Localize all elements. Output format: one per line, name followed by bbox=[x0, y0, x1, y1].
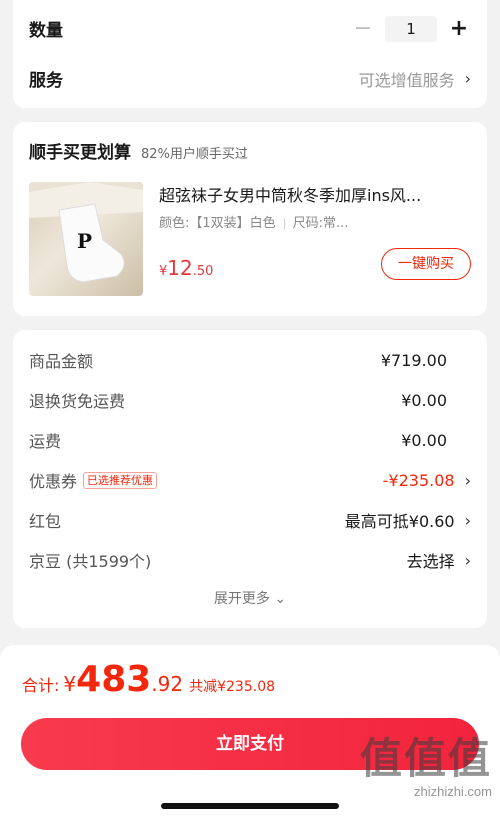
total-symbol: ¥ bbox=[63, 672, 77, 696]
goods-amount-label: 商品金额 bbox=[29, 352, 94, 371]
total-decimal: .92 bbox=[151, 672, 184, 696]
recommend-subtitle: 82%用户顺手买过 bbox=[141, 147, 248, 162]
product-image[interactable]: P bbox=[29, 182, 143, 296]
summary-row-jingdou[interactable]: 京豆 (共1599个) 去选择 › bbox=[29, 548, 471, 572]
chevron-right-icon: › bbox=[464, 470, 471, 490]
recommend-title: 顺手买更划算 bbox=[29, 143, 131, 163]
total-amount: 合计: ¥ 483 .92 共减¥235.08 bbox=[22, 659, 275, 700]
svg-text:P: P bbox=[77, 229, 92, 253]
service-row[interactable]: 服务 可选增值服务 › bbox=[29, 66, 471, 91]
order-summary-card: 商品金额 ¥719.00 退换货免运费 ¥0.00 运费 ¥0.00 优惠券 已… bbox=[13, 330, 487, 628]
price-integer: 12 bbox=[167, 256, 193, 280]
product-spec-color: 颜色:【1双装】白色 bbox=[159, 216, 276, 231]
watermark-text: zhizhizhi.com bbox=[413, 784, 492, 799]
service-value: 可选增值服务 bbox=[358, 70, 455, 90]
product-spec-size: 尺码:常... bbox=[292, 216, 349, 231]
chevron-right-icon: › bbox=[464, 510, 471, 530]
expand-more-button[interactable]: 展开更多 ⌄ bbox=[13, 588, 487, 608]
summary-row-coupon[interactable]: 优惠券 已选推荐优惠 -¥235.08 › bbox=[29, 468, 471, 492]
jingdou-label: 京豆 (共1599个) bbox=[29, 552, 152, 571]
coupon-label: 优惠券 bbox=[29, 472, 78, 491]
return-shipping-label: 退换货免运费 bbox=[29, 392, 126, 411]
price-decimal: .50 bbox=[192, 264, 214, 279]
summary-row-goods: 商品金额 ¥719.00 bbox=[29, 348, 471, 372]
product-price: ¥12.50 bbox=[159, 256, 213, 280]
minus-button[interactable]: − bbox=[351, 17, 375, 41]
redpacket-label: 红包 bbox=[29, 512, 62, 531]
product-name[interactable]: 超弦袜子女男中筒秋冬季加厚ins风... bbox=[159, 182, 469, 206]
quantity-stepper[interactable]: − 1 + bbox=[351, 16, 471, 42]
coupon-label-group: 优惠券 已选推荐优惠 bbox=[29, 468, 158, 492]
redpacket-value: 最高可抵¥0.60 bbox=[344, 512, 455, 531]
total-label: 合计: bbox=[22, 676, 60, 695]
spec-divider bbox=[283, 218, 285, 229]
quantity-input[interactable]: 1 bbox=[385, 16, 437, 42]
plus-button[interactable]: + bbox=[447, 17, 471, 41]
goods-amount-value: ¥719.00 bbox=[380, 350, 447, 370]
quantity-label: 数量 bbox=[29, 21, 63, 41]
return-shipping-value: ¥0.00 bbox=[401, 390, 447, 410]
watermark: 值值值 zhizhizhi.com bbox=[322, 734, 492, 799]
quantity-service-card: 数量 − 1 + 服务 可选增值服务 › bbox=[13, 0, 487, 108]
summary-row-shipping: 运费 ¥0.00 bbox=[29, 428, 471, 452]
shipping-value: ¥0.00 bbox=[401, 430, 447, 450]
jingdou-value: 去选择 bbox=[406, 552, 455, 571]
summary-row-redpacket[interactable]: 红包 最高可抵¥0.60 › bbox=[29, 508, 471, 532]
total-discount: 共减¥235.08 bbox=[189, 679, 276, 695]
coupon-value: -¥235.08 bbox=[382, 470, 455, 490]
watermark-logo: 值值值 bbox=[359, 735, 492, 782]
home-indicator bbox=[161, 803, 339, 809]
total-integer: 483 bbox=[76, 659, 152, 700]
shipping-label: 运费 bbox=[29, 432, 62, 451]
chevron-right-icon: › bbox=[464, 69, 471, 88]
service-label: 服务 bbox=[29, 71, 63, 91]
one-click-buy-button[interactable]: 一键购买 bbox=[381, 248, 471, 280]
coupon-tag: 已选推荐优惠 bbox=[83, 471, 158, 489]
summary-row-return-shipping: 退换货免运费 ¥0.00 bbox=[29, 388, 471, 412]
recommend-header: 顺手买更划算 82%用户顺手买过 bbox=[29, 138, 248, 163]
recommend-card: 顺手买更划算 82%用户顺手买过 P 超弦袜子女男中筒秋冬季加厚ins风... … bbox=[13, 122, 487, 316]
chevron-right-icon: › bbox=[464, 550, 471, 570]
product-spec: 颜色:【1双装】白色 尺码:常... bbox=[159, 212, 389, 231]
